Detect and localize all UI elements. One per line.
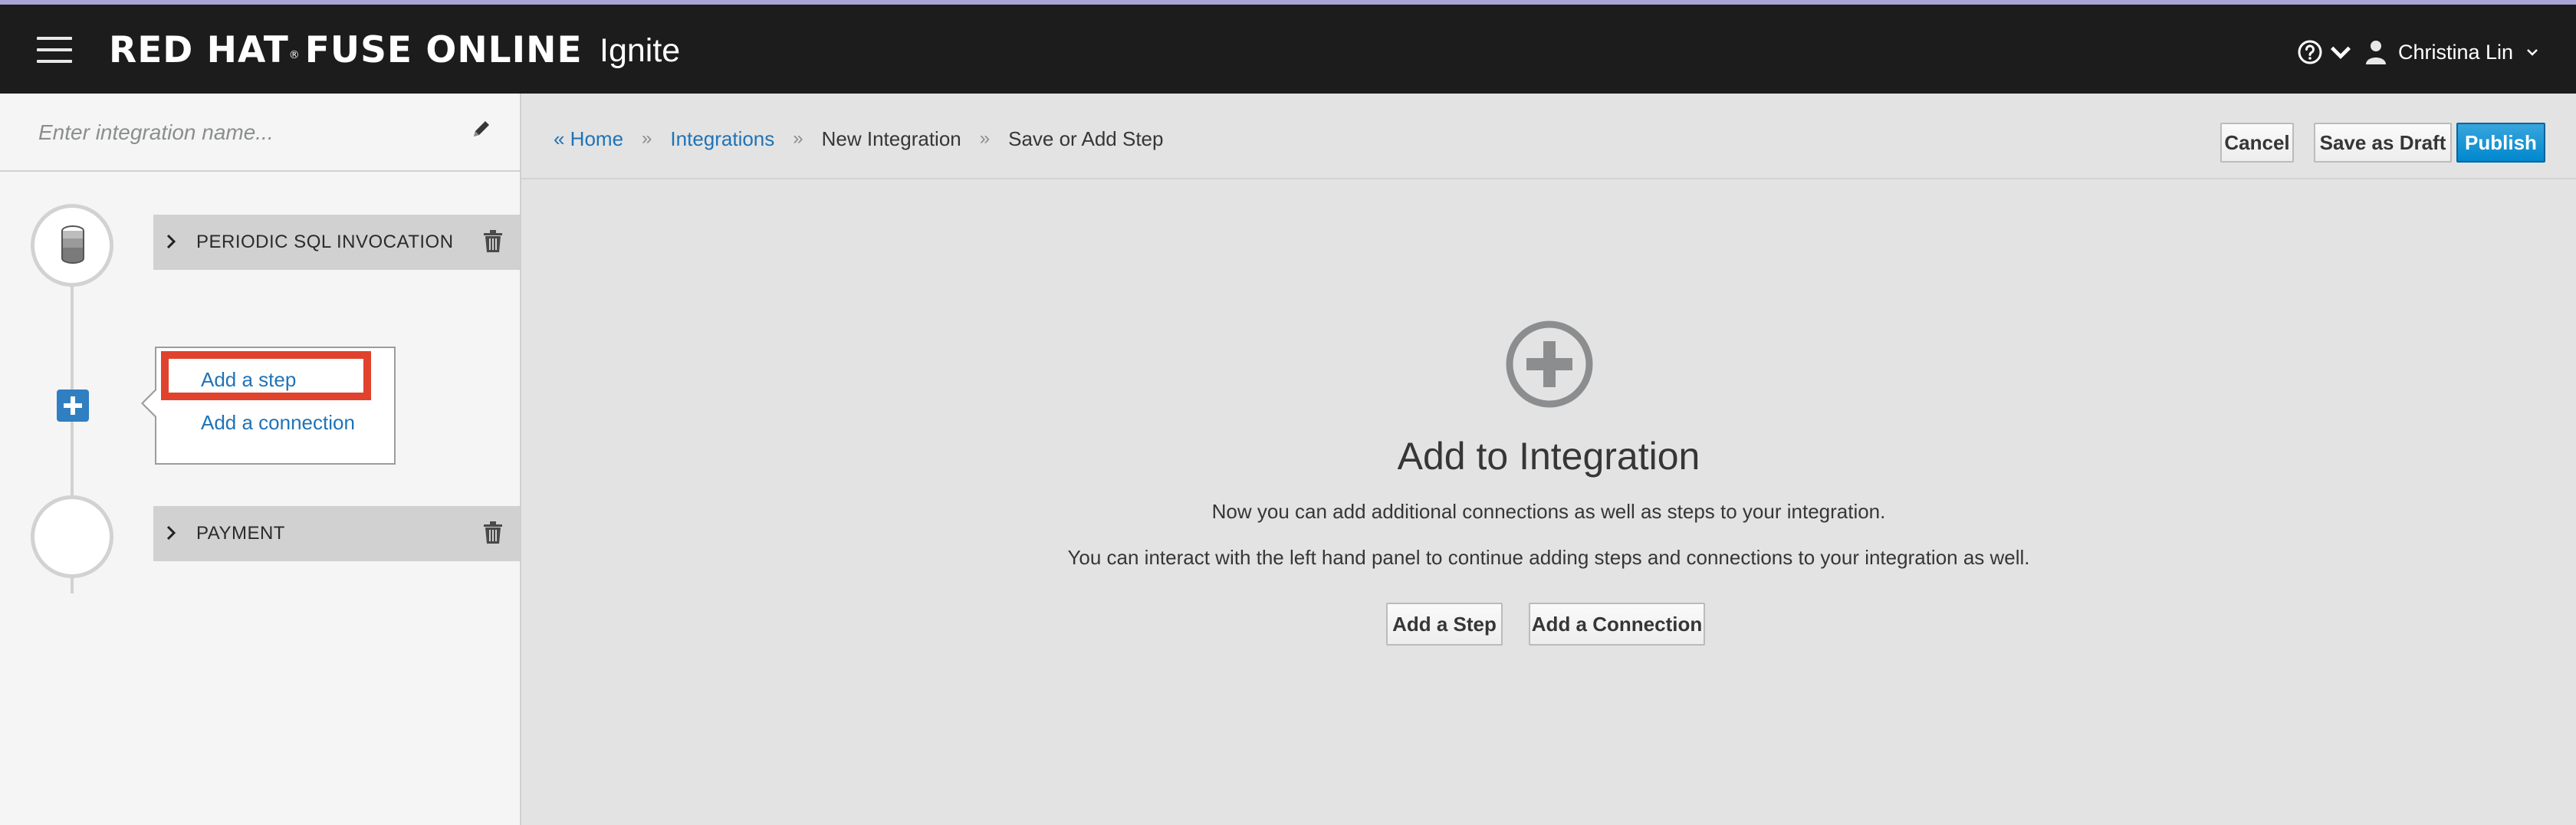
masthead: RED HAT® FUSE ONLINE Ignite Christina Lin [0, 5, 2576, 94]
breadcrumb-separator: » [793, 128, 803, 149]
step-payment[interactable]: PAYMENT [153, 506, 520, 561]
add-popover: Add a step Add a connection [141, 347, 396, 465]
add-circle-icon [1506, 320, 1593, 408]
step-label: PERIODIC SQL INVOCATION [196, 232, 454, 252]
empty-state-title: Add to Integration [1397, 435, 1700, 478]
step-periodic-sql-invocation[interactable]: PERIODIC SQL INVOCATION [153, 215, 520, 270]
cancel-button[interactable]: Cancel [2220, 123, 2294, 163]
save-as-draft-button[interactable]: Save as Draft [2314, 123, 2452, 163]
brand-company: RED HAT [109, 29, 289, 71]
add-a-step-link[interactable]: Add a step [201, 368, 296, 392]
breadcrumb-home[interactable]: « Home [554, 127, 623, 151]
trash-icon[interactable] [483, 230, 503, 253]
database-icon [61, 225, 84, 264]
integration-name-input[interactable] [38, 113, 452, 152]
breadcrumb-integrations[interactable]: Integrations [670, 127, 774, 151]
chevron-right-icon[interactable] [166, 233, 176, 250]
breadcrumb-separator: » [979, 128, 991, 149]
breadcrumb-current: Save or Add Step [1008, 127, 1164, 150]
brand-registered-mark: ® [288, 49, 301, 61]
user-menu[interactable]: Christina Lin [2366, 35, 2539, 69]
chevron-down-icon [2527, 49, 2538, 56]
chevron-right-icon[interactable] [166, 524, 176, 541]
main-header-divider [521, 178, 2576, 179]
add-a-connection-link[interactable]: Add a connection [201, 411, 355, 435]
brand-logo: RED HAT® FUSE ONLINE [109, 28, 583, 74]
trash-icon[interactable] [483, 521, 503, 544]
brand-product: FUSE ONLINE [304, 29, 583, 71]
publish-button[interactable]: Publish [2456, 123, 2545, 163]
help-menu[interactable] [2297, 37, 2354, 67]
step-label: PAYMENT [196, 523, 285, 544]
empty-state-hint: You can interact with the left hand pane… [1067, 546, 2030, 569]
empty-state-description: Now you can add additional connections a… [1211, 500, 1886, 523]
app-name: Ignite [600, 32, 681, 69]
user-name: Christina Lin [2398, 40, 2514, 64]
help-icon [2298, 40, 2322, 64]
breadcrumb: « Home » Integrations » New Integration … [554, 126, 1163, 152]
user-icon [2366, 41, 2386, 64]
add-a-step-button[interactable]: Add a Step [1386, 603, 1503, 646]
breadcrumb-new-integration: New Integration [821, 127, 961, 150]
step-node-end[interactable] [31, 495, 113, 578]
breadcrumb-separator: » [642, 128, 652, 149]
popover-arrow [141, 388, 157, 419]
chevron-down-icon [2330, 46, 2351, 60]
pencil-icon[interactable] [469, 117, 494, 141]
step-node-start[interactable] [31, 204, 113, 287]
integration-editor-panel: PERIODIC SQL INVOCATION Add a step Add a… [0, 94, 521, 825]
integration-name-row [0, 94, 520, 172]
hamburger-icon[interactable] [37, 37, 72, 63]
add-a-connection-button[interactable]: Add a Connection [1529, 603, 1705, 646]
add-step-plus-button[interactable] [57, 389, 89, 422]
